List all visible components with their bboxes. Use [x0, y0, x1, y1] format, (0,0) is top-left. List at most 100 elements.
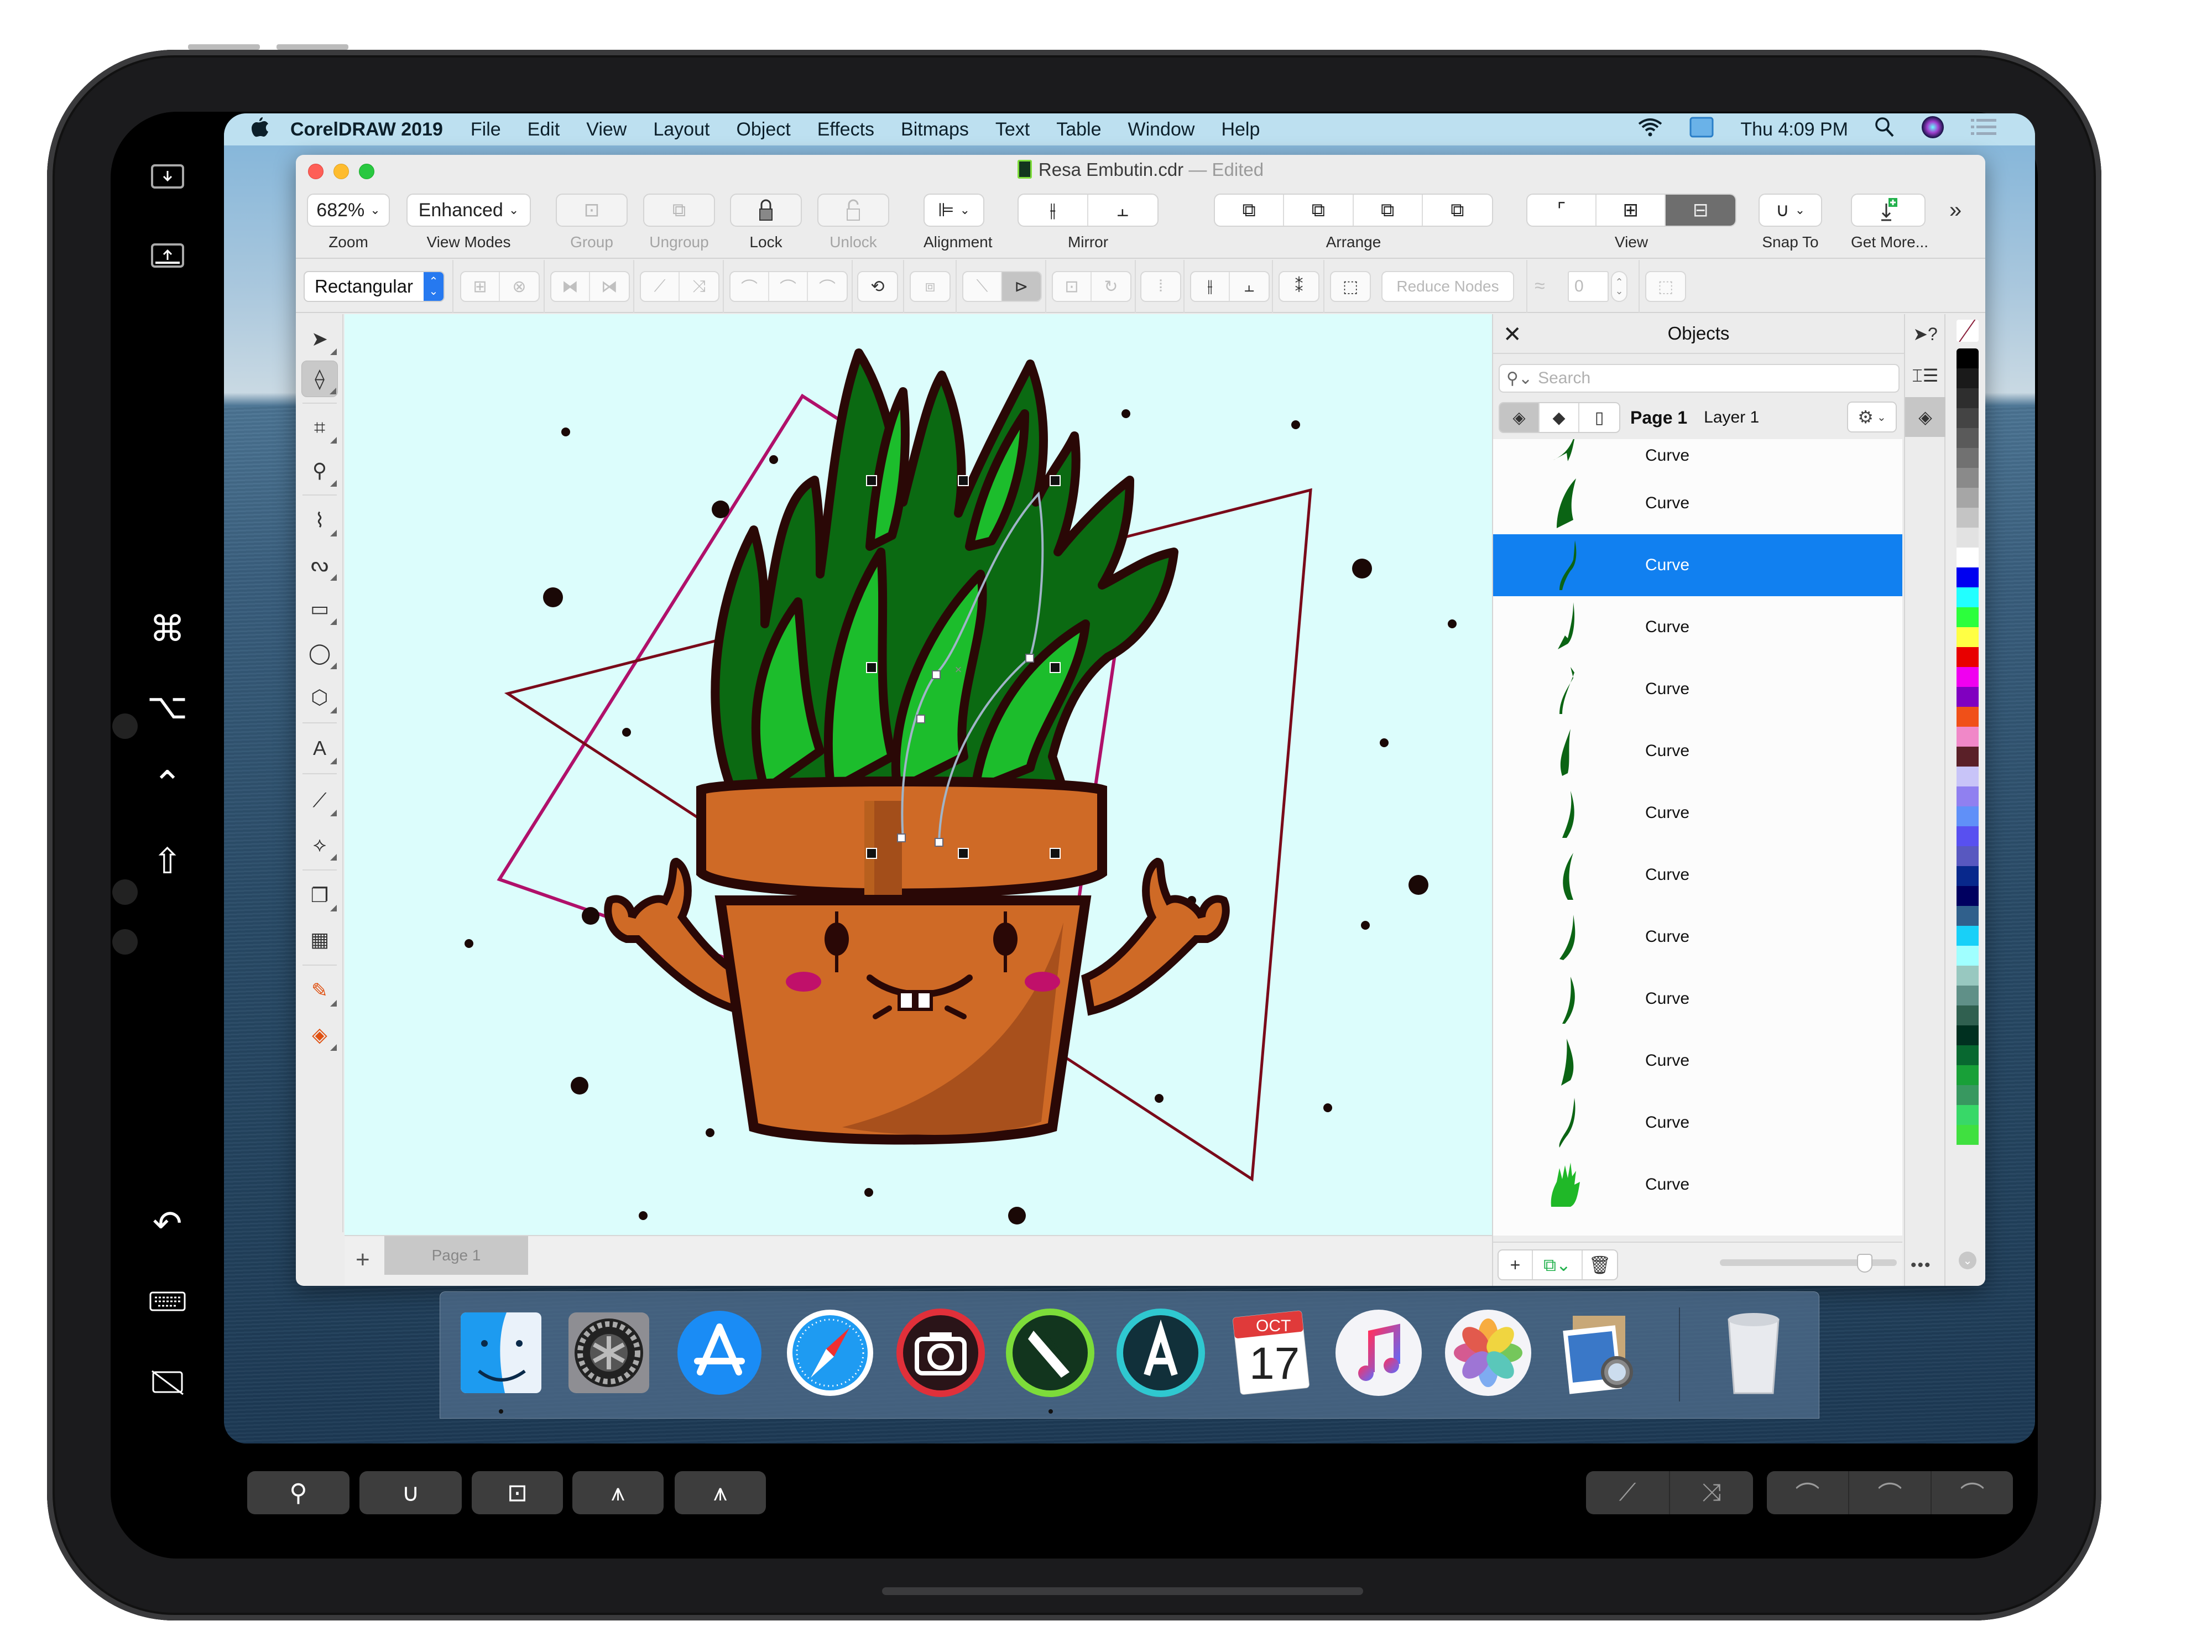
selection-mode-select[interactable]: Rectangular ⌃ ⌄ [304, 271, 445, 302]
smooth-node-icon[interactable]: ⩚ [675, 1471, 766, 1514]
menu-object[interactable]: Object [736, 119, 790, 140]
elastic-mode-icon[interactable]: ⁑ [1280, 272, 1318, 301]
spotlight-search-icon[interactable] [1875, 117, 1895, 143]
clock[interactable]: Thu 4:09 PM [1740, 119, 1848, 140]
show-dock-icon[interactable] [134, 243, 201, 268]
menu-file[interactable]: File [471, 119, 501, 140]
zoom-tool-icon[interactable]: ⚲ [301, 452, 338, 489]
object-row[interactable]: Curve [1493, 844, 1902, 906]
menu-effects[interactable]: Effects [817, 119, 874, 140]
close-icon[interactable]: ✕ [1503, 322, 1522, 347]
color-swatch[interactable] [1957, 906, 1979, 926]
control-key-icon[interactable]: ⌃ [134, 766, 201, 801]
keyboard-icon[interactable] [134, 1291, 201, 1311]
to-back-icon[interactable]: ⧉ [1284, 195, 1354, 226]
hints-tab-icon[interactable]: ➤? [1905, 314, 1945, 354]
toolbar-overflow[interactable]: » [1949, 198, 1961, 223]
color-swatch[interactable] [1957, 1025, 1979, 1045]
color-swatch[interactable] [1957, 707, 1979, 727]
color-swatch[interactable] [1957, 607, 1979, 627]
zoom-tool-icon[interactable]: ⚲ [247, 1471, 349, 1514]
extend-curve-icon[interactable]: ⧈ [911, 272, 950, 301]
extract-subpath-icon[interactable]: ⟍ [963, 272, 1002, 301]
symmetrical-icon[interactable]: ⌒ [1932, 1471, 2013, 1514]
cusp-icon[interactable]: ⌒ [1767, 1471, 1849, 1514]
artistic-media-tool-icon[interactable]: ᔓ [301, 546, 338, 583]
parallel-dimension-tool-icon[interactable]: ⟋ [301, 782, 338, 819]
menu-text[interactable]: Text [995, 119, 1030, 140]
color-swatch[interactable] [1957, 946, 1979, 966]
preview-icon[interactable] [1551, 1306, 1645, 1400]
group-icon[interactable]: ⊡ [557, 195, 627, 226]
color-swatch[interactable] [1957, 786, 1979, 806]
color-swatch[interactable] [1957, 1085, 1979, 1105]
trash-icon[interactable] [1707, 1306, 1801, 1400]
object-row[interactable]: Curve [1493, 1092, 1902, 1154]
crop-tool-icon[interactable]: ⌗ [301, 409, 338, 446]
reduce-nodes-button[interactable]: Reduce Nodes [1381, 271, 1514, 302]
to-curve-icon[interactable]: ⤨ [680, 272, 718, 301]
to-line-icon[interactable]: ⟋ [1586, 1471, 1670, 1514]
color-swatch[interactable] [1957, 388, 1979, 408]
siri-icon[interactable] [1921, 116, 1944, 144]
reverse-direction-icon[interactable]: ⟲ [858, 272, 897, 301]
drop-shadow-tool-icon[interactable]: ❐ [301, 877, 338, 914]
menu-help[interactable]: Help [1221, 119, 1260, 140]
rectangle-tool-icon[interactable]: ▭ [301, 591, 338, 627]
delete-node-icon[interactable]: ⊗ [500, 272, 539, 301]
selection-bounding-box-icon[interactable]: ⬚ [1646, 272, 1685, 301]
option-key-icon[interactable]: ⌥ [134, 689, 201, 724]
color-swatch[interactable] [1957, 627, 1979, 647]
display-icon[interactable] [1689, 117, 1714, 143]
photo-booth-icon[interactable] [894, 1306, 988, 1400]
ellipse-tool-icon[interactable]: ◯ [301, 635, 338, 671]
object-row[interactable]: Curve [1493, 782, 1902, 844]
color-swatch[interactable] [1957, 1105, 1979, 1125]
font-manager-icon[interactable] [1114, 1306, 1208, 1400]
color-swatch[interactable] [1957, 1045, 1979, 1065]
menu-edit[interactable]: Edit [528, 119, 560, 140]
mirror-horizontal-icon[interactable]: ⫲ [1019, 195, 1088, 226]
page-tab[interactable]: Page 1 [384, 1236, 528, 1275]
color-swatch[interactable] [1957, 408, 1979, 428]
to-front-icon[interactable]: ⧉ [1215, 195, 1285, 226]
smoothness-stepper[interactable]: ⌃ ⌄ [1611, 271, 1627, 302]
add-layer-icon[interactable]: + [1499, 1250, 1533, 1279]
itunes-icon[interactable] [1332, 1306, 1426, 1400]
object-row[interactable]: Curve [1493, 1154, 1902, 1216]
trash-icon[interactable]: 🗑 [1583, 1250, 1617, 1279]
show-menu-bar-icon[interactable] [134, 164, 201, 189]
layers-only-icon[interactable]: ◆ [1540, 403, 1579, 432]
disconnect-icon[interactable] [134, 1369, 201, 1395]
grid-icon[interactable]: ⊞ [1597, 195, 1666, 226]
color-swatch[interactable] [1957, 428, 1979, 448]
color-swatch[interactable] [1957, 667, 1979, 687]
system-preferences-icon[interactable] [562, 1306, 656, 1400]
finder-icon[interactable] [454, 1306, 548, 1400]
color-swatch[interactable] [1957, 348, 1979, 368]
color-swatch[interactable] [1957, 448, 1979, 468]
cusp-node-icon[interactable]: ⩚ [572, 1471, 664, 1514]
object-row[interactable]: Curve [1493, 720, 1902, 782]
color-swatch[interactable] [1957, 966, 1979, 986]
mirror-vertical-icon[interactable]: ⫠ [1088, 195, 1158, 226]
forward-one-icon[interactable]: ⧉ [1354, 195, 1423, 226]
color-swatch[interactable] [1957, 567, 1979, 587]
mirror-nodes-vertical-icon[interactable]: ⫠ [1230, 272, 1269, 301]
lock-icon[interactable] [731, 195, 801, 226]
symmetrical-node-icon[interactable]: ⌒ [808, 272, 847, 301]
page-only-icon[interactable]: ▯ [1579, 403, 1619, 432]
no-color-swatch[interactable] [1957, 320, 1979, 342]
undo-icon[interactable]: ↶ [134, 1206, 201, 1241]
guidelines-icon[interactable]: ⊟ [1666, 195, 1735, 226]
color-swatch[interactable] [1957, 368, 1979, 388]
snap-to-dropdown[interactable]: ∪ ⌄ [1760, 195, 1821, 226]
text-tool-icon[interactable]: A [301, 730, 338, 767]
thumbnail-size-slider[interactable] [1720, 1254, 1897, 1273]
object-row[interactable]: Curve [1493, 596, 1902, 658]
rotate-nodes-icon[interactable]: ↻ [1092, 272, 1130, 301]
app-menu[interactable]: CorelDRAW 2019 [290, 119, 443, 140]
color-swatch[interactable] [1957, 1005, 1979, 1025]
color-swatch[interactable] [1957, 826, 1979, 846]
object-row[interactable]: Curve [1493, 968, 1902, 1030]
